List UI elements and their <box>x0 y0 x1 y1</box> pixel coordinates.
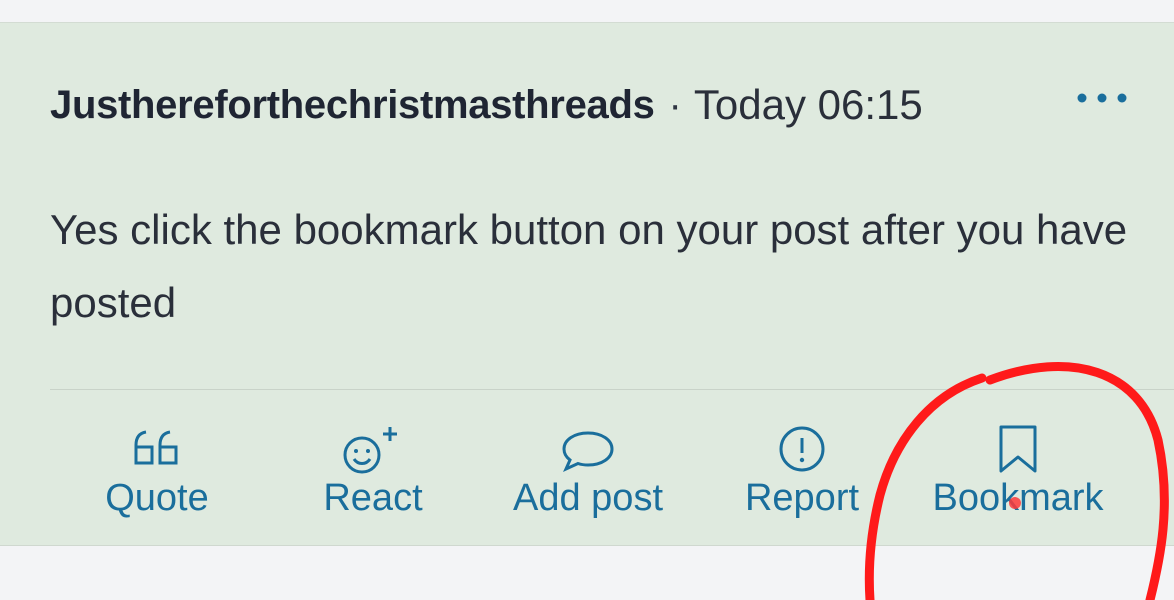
post-body: Yes click the bookmark button on your po… <box>50 206 1128 326</box>
actions-divider <box>50 389 1174 390</box>
exclamation-circle-icon <box>779 426 825 472</box>
quote-label: Quote <box>105 477 209 519</box>
speech-bubble-icon <box>562 431 614 473</box>
report-button[interactable]: Report <box>738 423 866 520</box>
post-header: Justhereforthechristmasthreads · Today 0… <box>50 81 1134 129</box>
post-card: Justhereforthechristmasthreads · Today 0… <box>0 22 1174 546</box>
post-username[interactable]: Justhereforthechristmasthreads <box>50 83 655 128</box>
add-post-label: Add post <box>513 477 663 519</box>
add-post-button[interactable]: Add post <box>502 423 674 520</box>
react-button[interactable]: React <box>318 423 428 520</box>
report-label: Report <box>744 477 860 519</box>
post-timestamp[interactable]: Today 06:15 <box>694 81 923 129</box>
quote-icon <box>134 430 178 465</box>
header-separator: · <box>668 82 682 127</box>
bookmark-label: Bookmark <box>932 477 1104 519</box>
react-label: React <box>323 477 423 519</box>
bookmark-button[interactable]: Bookmark <box>920 423 1116 520</box>
more-options-icon[interactable] <box>1074 86 1130 110</box>
quote-button[interactable]: Quote <box>100 423 214 520</box>
bookmark-icon <box>999 425 1037 473</box>
page: Justhereforthechristmasthreads · Today 0… <box>0 0 1174 600</box>
smiley-plus-icon <box>343 427 397 474</box>
